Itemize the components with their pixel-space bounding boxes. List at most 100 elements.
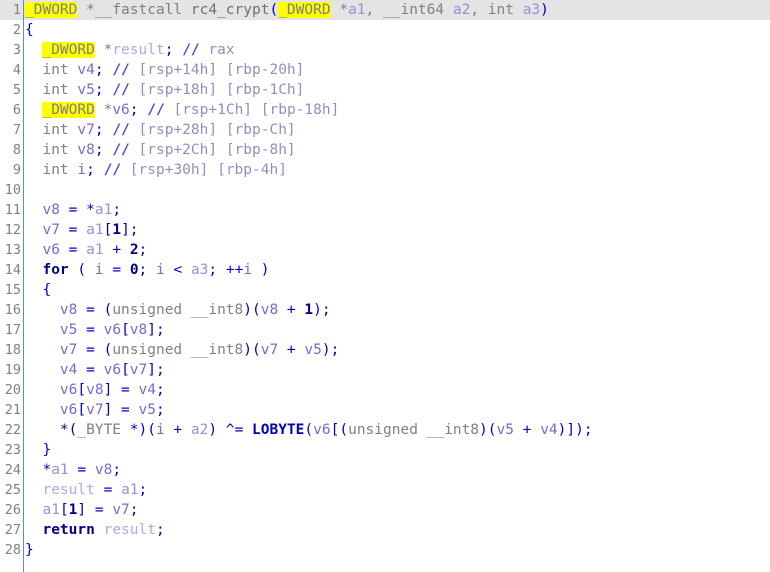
code-line[interactable]: 26 a1[1] = v7; <box>0 500 770 520</box>
code-line[interactable]: 13 v6 = a1 + 2; <box>0 240 770 260</box>
code-token: // <box>103 162 122 178</box>
code-text[interactable]: v8 = (unsigned __int8)(v8 + 1); <box>23 300 331 320</box>
line-number: 21 <box>4 402 21 418</box>
code-line[interactable]: 12 v7 = a1[1]; <box>0 220 770 240</box>
code-token: v7 <box>86 402 104 418</box>
code-line[interactable]: 6 _DWORD *v6; // [rsp+1Ch] [rbp-18h] <box>0 100 770 120</box>
code-token: a2 <box>452 2 471 18</box>
code-token: v8 <box>77 142 95 158</box>
code-line[interactable]: 8 int v8; // [rsp+2Ch] [rbp-8h] <box>0 140 770 160</box>
line-number: 24 <box>4 462 21 478</box>
code-line[interactable]: 25 result = a1; <box>0 480 770 500</box>
code-token: ; <box>129 102 148 118</box>
code-text[interactable]: v6[v7] = v5; <box>23 400 165 420</box>
code-token: v6 <box>112 102 130 118</box>
code-token: ( <box>304 422 314 438</box>
code-line[interactable]: 24 *a1 = v8; <box>0 460 770 480</box>
code-token: v8 <box>260 302 279 318</box>
code-text[interactable]: _DWORD *__fastcall rc4_crypt(_DWORD *a1,… <box>23 0 549 20</box>
code-text[interactable]: } <box>23 440 51 460</box>
code-text[interactable]: _DWORD *result; // rax <box>23 40 235 60</box>
code-token: = <box>59 242 87 258</box>
code-line[interactable]: 27 return result; <box>0 520 770 540</box>
code-text[interactable]: { <box>23 20 34 40</box>
code-token: v8 <box>59 302 78 318</box>
code-text[interactable]: _DWORD *v6; // [rsp+1Ch] [rbp-18h] <box>23 100 339 120</box>
code-line[interactable]: 15 { <box>0 280 770 300</box>
code-line[interactable]: 10 <box>0 180 770 200</box>
code-token: [rsp+18h] [rbp-1Ch] <box>129 82 305 98</box>
code-text[interactable]: v4 = v6[v7]; <box>23 360 165 380</box>
code-token: 1 <box>112 222 122 238</box>
code-text[interactable]: v5 = v6[v8]; <box>23 320 165 340</box>
code-line[interactable]: 19 v4 = v6[v7]; <box>0 360 770 380</box>
code-text[interactable]: result = a1; <box>23 480 147 500</box>
code-line[interactable]: 28} <box>0 540 770 560</box>
code-token: { <box>25 282 52 298</box>
code-text[interactable]: v8 = *a1; <box>23 200 121 220</box>
code-line[interactable]: 14 for ( i = 0; i < a3; ++i ) <box>0 260 770 280</box>
code-token: = <box>94 482 122 498</box>
code-token: = * <box>59 202 95 218</box>
code-text[interactable]: v7 = (unsigned __int8)(v7 + v5); <box>23 340 339 360</box>
pseudocode-view[interactable]: 1 _DWORD *__fastcall rc4_crypt(_DWORD *a1… <box>0 0 770 572</box>
code-token: ); <box>321 342 340 358</box>
code-token: v6 <box>103 362 122 378</box>
code-line[interactable]: 2{ <box>0 20 770 40</box>
code-token: // <box>147 102 165 118</box>
code-text[interactable]: int v8; // [rsp+2Ch] [rbp-8h] <box>23 140 295 160</box>
code-line[interactable]: 22 *(_BYTE *)(i + a2) ^= LOBYTE(v6[(unsi… <box>0 420 770 440</box>
code-line[interactable]: 21 v6[v7] = v5; <box>0 400 770 420</box>
code-token: unsigned __int8 <box>348 422 480 438</box>
code-token: ; <box>94 142 113 158</box>
code-token: } <box>25 442 52 458</box>
code-token: + <box>164 422 191 438</box>
code-token: ; <box>155 402 165 418</box>
code-token: v8 <box>86 382 104 398</box>
code-line[interactable]: 11 v8 = *a1; <box>0 200 770 220</box>
code-token: 1 <box>304 302 314 318</box>
code-token: [ <box>77 402 87 418</box>
code-token: int <box>25 82 78 98</box>
code-token: ; <box>164 42 183 58</box>
code-line[interactable]: 1 _DWORD *__fastcall rc4_crypt(_DWORD *a1… <box>0 0 770 20</box>
code-line[interactable]: 17 v5 = v6[v8]; <box>0 320 770 340</box>
code-token: )( <box>243 342 261 358</box>
code-token: = <box>77 362 104 378</box>
code-text[interactable]: int v4; // [rsp+14h] [rbp-20h] <box>23 60 304 80</box>
code-text[interactable]: int v5; // [rsp+18h] [rbp-1Ch] <box>23 80 304 100</box>
code-line[interactable]: 18 v7 = (unsigned __int8)(v7 + v5); <box>0 340 770 360</box>
code-text[interactable]: a1[1] = v7; <box>23 500 138 520</box>
code-token: , <box>365 2 383 18</box>
code-line[interactable]: 5 int v5; // [rsp+18h] [rbp-1Ch] <box>0 80 770 100</box>
code-line[interactable]: 9 int i; // [rsp+30h] [rbp-4h] <box>0 160 770 180</box>
code-text[interactable]: *a1 = v8; <box>23 460 121 480</box>
code-text[interactable]: int i; // [rsp+30h] [rbp-4h] <box>23 160 286 180</box>
code-line[interactable]: 4 int v4; // [rsp+14h] [rbp-20h] <box>0 60 770 80</box>
code-line[interactable]: 20 v6[v8] = v4; <box>0 380 770 400</box>
code-token: *)( <box>121 422 156 438</box>
code-text[interactable]: { <box>23 280 51 300</box>
code-token: ; <box>155 522 165 538</box>
code-text[interactable]: *(_BYTE *)(i + a2) ^= LOBYTE(v6[(unsigne… <box>23 420 593 440</box>
code-text[interactable]: v6[v8] = v4; <box>23 380 165 400</box>
code-token: for <box>42 262 69 278</box>
code-text[interactable]: for ( i = 0; i < a3; ++i ) <box>23 260 269 280</box>
code-line[interactable]: 3 _DWORD *result; // rax <box>0 40 770 60</box>
code-text[interactable]: int v7; // [rsp+28h] [rbp-Ch] <box>23 120 295 140</box>
code-token: v5 <box>304 342 322 358</box>
code-token: ; ++ <box>208 262 244 278</box>
code-text[interactable]: v7 = a1[1]; <box>23 220 138 240</box>
code-text[interactable]: v6 = a1 + 2; <box>23 240 147 260</box>
code-token: a1 <box>51 462 69 478</box>
code-text[interactable]: return result; <box>23 520 165 540</box>
code-line[interactable]: 16 v8 = (unsigned __int8)(v8 + 1); <box>0 300 770 320</box>
code-line[interactable]: 7 int v7; // [rsp+28h] [rbp-Ch] <box>0 120 770 140</box>
code-text[interactable]: } <box>23 540 34 560</box>
code-line[interactable]: 23 } <box>0 440 770 460</box>
code-token: v5 <box>77 82 95 98</box>
